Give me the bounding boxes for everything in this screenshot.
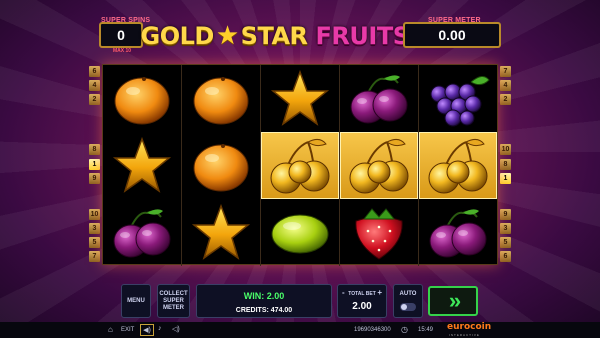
super-spins-display: 0 bbox=[99, 22, 143, 48]
payline-1-indicator: 1 bbox=[89, 159, 100, 170]
plum-symbol bbox=[340, 65, 418, 132]
payline-10-indicator: 10 bbox=[500, 144, 511, 155]
collect-label: COLLECT SUPER METER bbox=[159, 290, 188, 311]
reel-separator bbox=[418, 65, 419, 266]
menu-label: MENU bbox=[127, 297, 145, 304]
reel-separator bbox=[181, 65, 182, 266]
reel-separator bbox=[260, 65, 261, 266]
star-symbol bbox=[182, 199, 260, 266]
strawberry-symbol bbox=[340, 199, 418, 266]
payline-6-indicator: 6 bbox=[89, 66, 100, 77]
session-id: 19690346300 bbox=[354, 327, 391, 333]
reel-5 bbox=[419, 65, 497, 266]
win-credits-panel: WIN: 2.00 CREDITS: 474.00 bbox=[196, 284, 332, 318]
payline-2-indicator: 2 bbox=[89, 94, 100, 105]
double-chevron-right-icon: » bbox=[448, 288, 461, 313]
exit-link[interactable]: EXIT bbox=[121, 327, 134, 333]
payline-3-indicator: 3 bbox=[89, 223, 100, 234]
home-icon[interactable]: ⌂ bbox=[108, 325, 113, 334]
super-meter-display: 0.00 bbox=[403, 22, 501, 48]
sound-icon[interactable]: ◀) bbox=[140, 324, 154, 336]
payline-10-indicator: 10 bbox=[89, 209, 100, 220]
auto-toggle-knob bbox=[401, 304, 407, 310]
eurocoin-sub: INTERACTIVE bbox=[449, 333, 480, 337]
music-icon[interactable]: ♪ bbox=[158, 325, 162, 332]
payline-4-indicator: 4 bbox=[500, 80, 511, 91]
auto-toggle[interactable] bbox=[400, 303, 416, 311]
payline-2-indicator: 2 bbox=[500, 94, 511, 105]
logo-gold-text: GOLD bbox=[140, 22, 215, 50]
total-bet-value: 2.00 bbox=[352, 301, 372, 312]
auto-button[interactable]: AUTO bbox=[393, 284, 423, 318]
clock-time: 15:49 bbox=[418, 327, 434, 333]
win-amount: WIN: 2.00 bbox=[243, 291, 285, 301]
star-symbol bbox=[261, 65, 339, 132]
bet-increase-button[interactable]: + bbox=[377, 288, 382, 297]
reel-3 bbox=[261, 65, 339, 266]
payline-4-indicator: 4 bbox=[89, 80, 100, 91]
payline-9-indicator: 9 bbox=[500, 209, 511, 220]
payline-5-indicator: 5 bbox=[89, 237, 100, 248]
payline-7-indicator: 7 bbox=[89, 251, 100, 262]
status-bar: ⌂ EXIT ◀) ♪ ◁) 19690346300 ◷ 15:49 euroc… bbox=[0, 322, 600, 338]
total-bet-panel: - TOTAL BET + 2.00 bbox=[337, 284, 387, 318]
payline-5-indicator: 5 bbox=[500, 237, 511, 248]
plum-symbol bbox=[419, 199, 497, 266]
payline-1-indicator: 1 bbox=[500, 173, 511, 184]
logo-fruits-text: FRUITS bbox=[315, 22, 410, 50]
logo-star-text: STAR bbox=[240, 22, 308, 50]
game-logo: GOLD ★ STAR FRUITS bbox=[141, 20, 410, 52]
orange-symbol bbox=[103, 65, 181, 132]
star-symbol bbox=[103, 132, 181, 199]
reel-2 bbox=[182, 65, 260, 266]
reel-separator bbox=[339, 65, 340, 266]
payline-9-indicator: 9 bbox=[89, 173, 100, 184]
reel-grid bbox=[102, 64, 498, 266]
spin-button[interactable]: » bbox=[428, 286, 478, 316]
cherry-symbol bbox=[419, 132, 497, 199]
reel-4 bbox=[340, 65, 418, 266]
logo-star-icon: ★ bbox=[215, 21, 239, 51]
eurocoin-logo: eurocoin bbox=[447, 322, 492, 332]
max-spins-label: MAX 10 bbox=[113, 48, 132, 54]
payline-3-indicator: 3 bbox=[500, 223, 511, 234]
orange-symbol bbox=[182, 65, 260, 132]
plum-symbol bbox=[103, 199, 181, 266]
payline-8-indicator: 8 bbox=[500, 159, 511, 170]
cherry-symbol bbox=[261, 132, 339, 199]
reel-1 bbox=[103, 65, 181, 266]
cherry-symbol bbox=[340, 132, 418, 199]
payline-7-indicator: 7 bbox=[500, 66, 511, 77]
payline-8-indicator: 8 bbox=[89, 144, 100, 155]
effects-icon[interactable]: ◁) bbox=[172, 325, 180, 333]
clock-icon: ◷ bbox=[401, 325, 408, 334]
credits-amount: CREDITS: 474.00 bbox=[235, 307, 293, 314]
menu-button[interactable]: MENU bbox=[121, 284, 151, 318]
auto-label: AUTO bbox=[399, 291, 417, 297]
collect-super-meter-button[interactable]: COLLECT SUPER METER bbox=[157, 284, 190, 318]
grape-symbol bbox=[419, 65, 497, 132]
lemon-symbol bbox=[261, 199, 339, 266]
orange-symbol bbox=[182, 132, 260, 199]
payline-6-indicator: 6 bbox=[500, 251, 511, 262]
